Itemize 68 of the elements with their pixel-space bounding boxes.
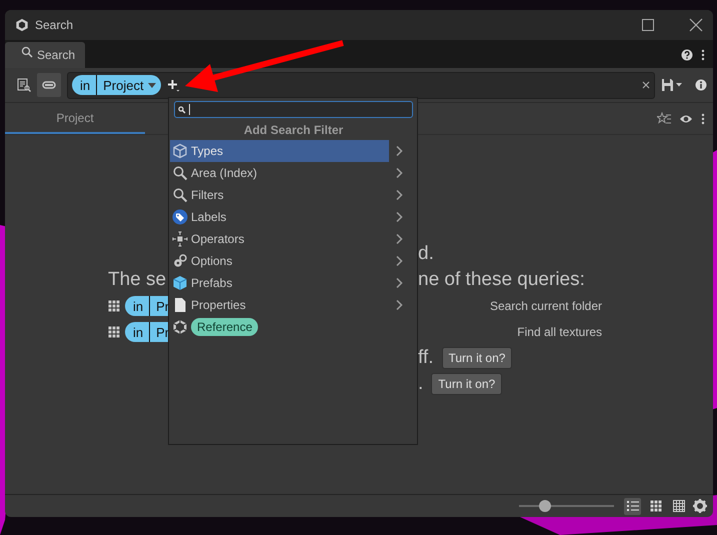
message-text: d. bbox=[418, 243, 434, 265]
grid-icon bbox=[108, 326, 120, 338]
turn-on-button[interactable]: Turn it on? bbox=[431, 373, 502, 395]
grid-icon bbox=[108, 300, 120, 312]
menu-item[interactable]: Operators bbox=[170, 228, 389, 250]
message-text: The se bbox=[108, 269, 166, 291]
add-icon[interactable] bbox=[166, 78, 180, 92]
chevron-icon bbox=[395, 145, 403, 157]
query-chip[interactable]: in Pr bbox=[125, 322, 170, 342]
cube-icon bbox=[172, 275, 188, 291]
more-icon[interactable] bbox=[701, 49, 705, 61]
message-text: . bbox=[418, 373, 424, 395]
result-tab[interactable]: Project bbox=[5, 103, 145, 134]
query-chip[interactable]: in Pr bbox=[125, 296, 170, 316]
chevron-icon bbox=[395, 277, 403, 289]
toggle-button[interactable] bbox=[37, 73, 61, 97]
unity-logo-icon bbox=[15, 18, 29, 32]
menu-search-field[interactable] bbox=[174, 101, 413, 118]
menu-item[interactable]: Options bbox=[170, 250, 389, 272]
tag-icon bbox=[172, 209, 188, 225]
window-tab[interactable]: Search bbox=[5, 42, 85, 68]
search-icon bbox=[172, 165, 188, 181]
menu-item[interactable]: Properties bbox=[170, 294, 389, 316]
menu-item[interactable]: Reference bbox=[170, 316, 389, 338]
menu-item[interactable]: Filters bbox=[170, 184, 389, 206]
maximize-icon[interactable] bbox=[641, 18, 655, 32]
message-text: ne of these queries: bbox=[418, 269, 585, 291]
menu-item[interactable]: Area (Index) bbox=[170, 162, 389, 184]
filter-list-icon[interactable] bbox=[657, 112, 671, 126]
unity-logo-icon bbox=[172, 319, 188, 335]
file-icon bbox=[172, 297, 188, 313]
more-icon[interactable] bbox=[701, 112, 705, 126]
table-view-button[interactable] bbox=[670, 498, 687, 514]
search-icon bbox=[21, 46, 33, 58]
chevron-icon bbox=[395, 233, 403, 245]
message-text: ff. bbox=[418, 347, 434, 369]
close-icon[interactable] bbox=[689, 18, 703, 32]
search-icon bbox=[178, 106, 186, 114]
settings-icon[interactable] bbox=[693, 499, 707, 513]
list-view-button[interactable] bbox=[624, 498, 641, 514]
chevron-icon bbox=[395, 167, 403, 179]
reference-tag: Reference bbox=[191, 318, 258, 336]
clear-icon[interactable] bbox=[642, 81, 650, 89]
scope-chip[interactable]: in Project bbox=[72, 75, 161, 95]
cube-icon bbox=[172, 143, 188, 159]
menu-item[interactable]: Types bbox=[170, 140, 389, 162]
query-label[interactable]: Find all textures bbox=[517, 325, 602, 339]
slider-thumb[interactable] bbox=[538, 500, 551, 512]
turn-on-button[interactable]: Turn it on? bbox=[442, 347, 512, 369]
window-title: Search bbox=[35, 18, 74, 32]
chevron-icon bbox=[395, 255, 403, 267]
info-icon[interactable] bbox=[695, 79, 707, 91]
chevron-icon bbox=[395, 189, 403, 201]
search-field[interactable]: in Project bbox=[67, 72, 655, 98]
search-icon bbox=[172, 187, 188, 203]
dropdown-icon[interactable] bbox=[148, 82, 156, 88]
operators-icon bbox=[172, 231, 188, 247]
help-icon[interactable] bbox=[681, 49, 693, 61]
menu-title: Add Search Filter bbox=[242, 122, 344, 139]
chevron-icon bbox=[395, 211, 403, 223]
search-document-icon[interactable] bbox=[17, 78, 31, 92]
save-icon[interactable] bbox=[661, 78, 683, 92]
query-label[interactable]: Search current folder bbox=[490, 299, 602, 313]
toggle-icon bbox=[42, 79, 56, 91]
chevron-icon bbox=[395, 299, 403, 311]
menu-item[interactable]: Labels bbox=[170, 206, 389, 228]
gears-icon bbox=[172, 253, 188, 269]
menu-item[interactable]: Prefabs bbox=[170, 272, 389, 294]
